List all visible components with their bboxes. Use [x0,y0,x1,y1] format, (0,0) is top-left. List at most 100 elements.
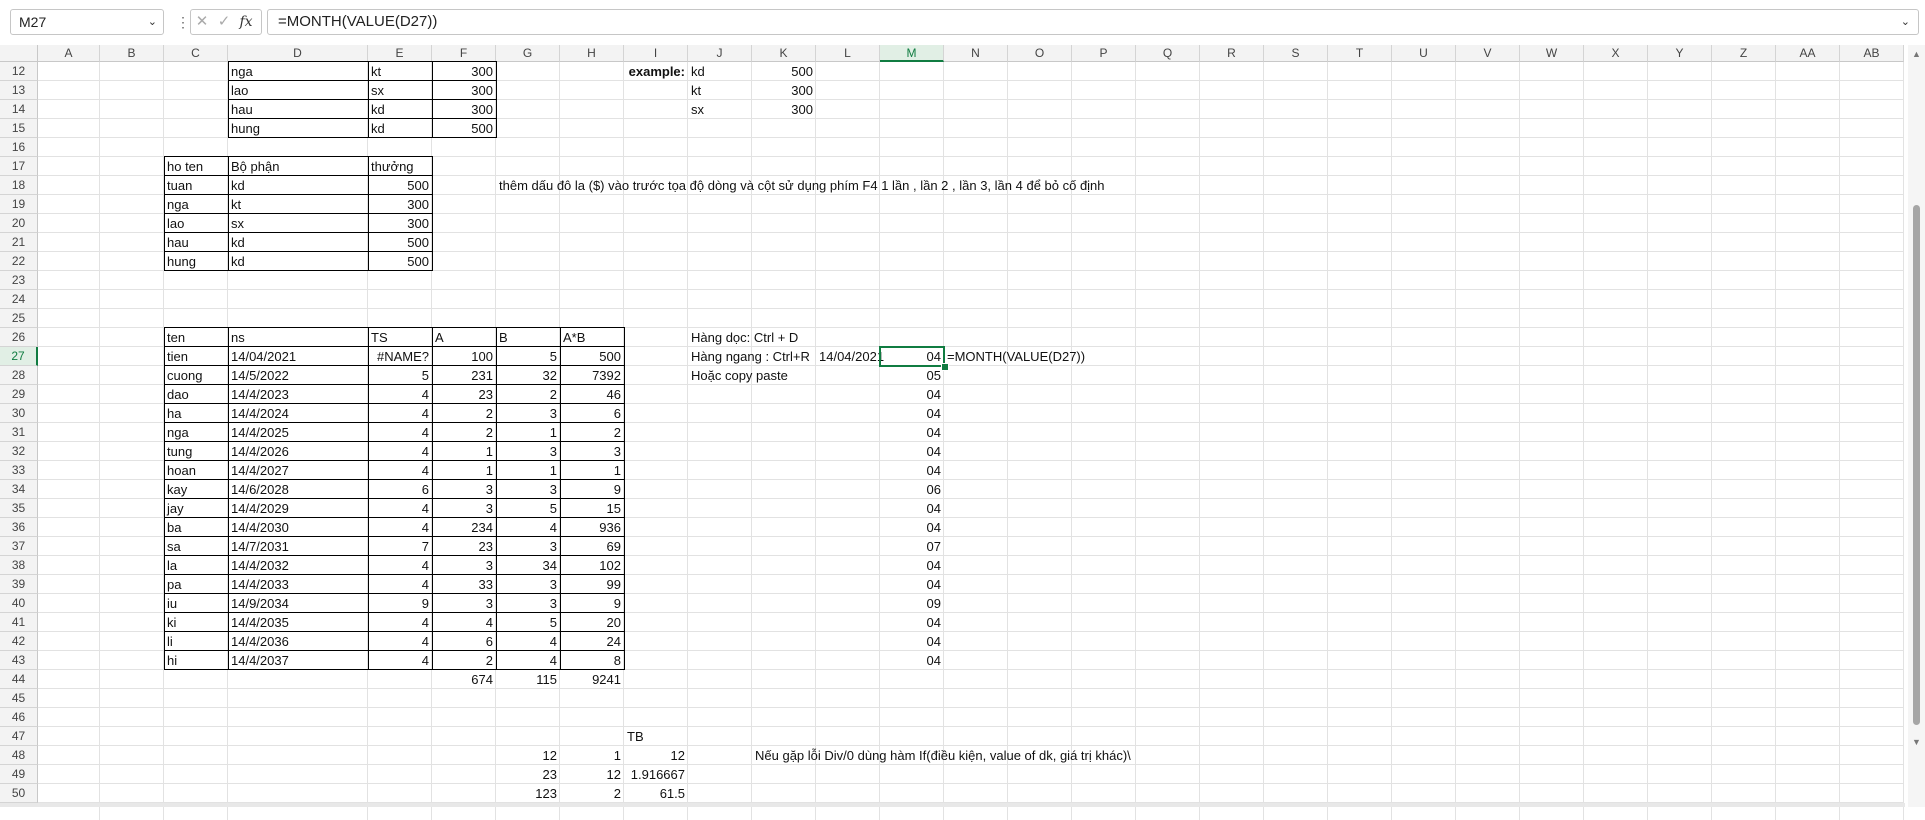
cell-n27[interactable]: =MONTH(VALUE(D27)) [944,347,1088,366]
cell-k48[interactable]: Nếu gặp lỗi Div/0 dùng hàm If(điều kiện,… [752,746,1134,765]
cell-e21[interactable]: 500 [368,233,432,252]
cell-g33[interactable]: 1 [496,461,560,480]
cell-d35[interactable]: 14/4/2029 [228,499,292,518]
cell-f44[interactable]: 674 [432,670,496,689]
cell-j27[interactable]: Hàng ngang : Ctrl+R [688,347,813,366]
row-header-21[interactable]: 21 [0,233,38,252]
column-header-f[interactable]: F [432,45,496,62]
cell-h29[interactable]: 46 [560,385,624,404]
cell-m37[interactable]: 07 [880,537,944,556]
cell-d14[interactable]: hau [228,100,256,119]
cell-e18[interactable]: 500 [368,176,432,195]
cell-d19[interactable]: kt [228,195,244,214]
row-header-37[interactable]: 37 [0,537,38,556]
cell-f26[interactable]: A [432,328,447,347]
cell-j13[interactable]: kt [688,81,704,100]
cell-f31[interactable]: 2 [432,423,496,442]
cell-g48[interactable]: 12 [496,746,560,765]
cell-j12[interactable]: kd [688,62,708,81]
row-header-43[interactable]: 43 [0,651,38,670]
scroll-down-icon[interactable]: ▼ [1912,737,1921,747]
cell-e41[interactable]: 4 [368,613,432,632]
cell-m31[interactable]: 04 [880,423,944,442]
row-header-27[interactable]: 27 [0,347,38,366]
cell-g43[interactable]: 4 [496,651,560,670]
cell-e15[interactable]: kd [368,119,388,138]
row-header-44[interactable]: 44 [0,670,38,689]
cell-d17[interactable]: Bộ phận [228,157,282,176]
vertical-scrollbar[interactable]: ▲ ▼ [1908,45,1925,807]
row-header-30[interactable]: 30 [0,404,38,423]
cell-j26[interactable]: Hàng dọc: Ctrl + D [688,328,801,347]
name-box[interactable]: M27 ⌄ [10,9,164,35]
cell-i48[interactable]: 12 [624,746,688,765]
row-header-47[interactable]: 47 [0,727,38,746]
cell-d28[interactable]: 14/5/2022 [228,366,292,385]
cell-d29[interactable]: 14/4/2023 [228,385,292,404]
row-header-19[interactable]: 19 [0,195,38,214]
formula-input[interactable]: =MONTH(VALUE(D27)) ⌄ [267,9,1919,35]
cell-e32[interactable]: 4 [368,442,432,461]
column-header-c[interactable]: C [164,45,228,62]
cell-c32[interactable]: tung [164,442,195,461]
cell-c30[interactable]: ha [164,404,184,423]
cell-h30[interactable]: 6 [560,404,624,423]
column-header-p[interactable]: P [1072,45,1136,62]
cell-g36[interactable]: 4 [496,518,560,537]
cell-c36[interactable]: ba [164,518,184,537]
expand-formula-icon[interactable]: ⌄ [1901,10,1910,34]
cell-d36[interactable]: 14/4/2030 [228,518,292,537]
column-header-q[interactable]: Q [1136,45,1200,62]
cell-e20[interactable]: 300 [368,214,432,233]
cell-e34[interactable]: 6 [368,480,432,499]
cell-h49[interactable]: 12 [560,765,624,784]
cell-c35[interactable]: jay [164,499,187,518]
row-header-26[interactable]: 26 [0,328,38,347]
cell-m28[interactable]: 05 [880,366,944,385]
cell-e22[interactable]: 500 [368,252,432,271]
column-header-y[interactable]: Y [1648,45,1712,62]
cell-h39[interactable]: 99 [560,575,624,594]
column-header-m[interactable]: M [880,45,944,62]
row-header-49[interactable]: 49 [0,765,38,784]
cell-d22[interactable]: kd [228,252,248,271]
cell-l27[interactable]: 14/04/2021 [816,347,884,366]
cell-e27[interactable]: #NAME? [368,347,432,366]
row-header-41[interactable]: 41 [0,613,38,632]
cell-f12[interactable]: 300 [432,62,496,81]
row-header-35[interactable]: 35 [0,499,38,518]
cell-f15[interactable]: 500 [432,119,496,138]
row-header-28[interactable]: 28 [0,366,38,385]
cell-d27[interactable]: 14/04/2021 [228,347,299,366]
cell-h50[interactable]: 2 [560,784,624,803]
cell-m30[interactable]: 04 [880,404,944,423]
cell-g30[interactable]: 3 [496,404,560,423]
column-header-r[interactable]: R [1200,45,1264,62]
cell-h36[interactable]: 936 [560,518,624,537]
cell-e13[interactable]: sx [368,81,387,100]
row-header-42[interactable]: 42 [0,632,38,651]
column-header-n[interactable]: N [944,45,1008,62]
cell-g27[interactable]: 5 [496,347,560,366]
cell-c39[interactable]: pa [164,575,184,594]
cell-h27[interactable]: 500 [560,347,624,366]
cell-h33[interactable]: 1 [560,461,624,480]
cell-g38[interactable]: 34 [496,556,560,575]
cell-e38[interactable]: 4 [368,556,432,575]
cell-k14[interactable]: 300 [752,100,816,119]
cell-f42[interactable]: 6 [432,632,496,651]
cell-c29[interactable]: dao [164,385,192,404]
cell-m36[interactable]: 04 [880,518,944,537]
cell-g39[interactable]: 3 [496,575,560,594]
column-header-b[interactable]: B [100,45,164,62]
row-header-38[interactable]: 38 [0,556,38,575]
cell-g42[interactable]: 4 [496,632,560,651]
row-header-15[interactable]: 15 [0,119,38,138]
cell-f29[interactable]: 23 [432,385,496,404]
row-header-46[interactable]: 46 [0,708,38,727]
cell-m33[interactable]: 04 [880,461,944,480]
cell-e17[interactable]: thưởng [368,157,417,176]
cell-d34[interactable]: 14/6/2028 [228,480,292,499]
cell-e28[interactable]: 5 [368,366,432,385]
cell-h44[interactable]: 9241 [560,670,624,689]
